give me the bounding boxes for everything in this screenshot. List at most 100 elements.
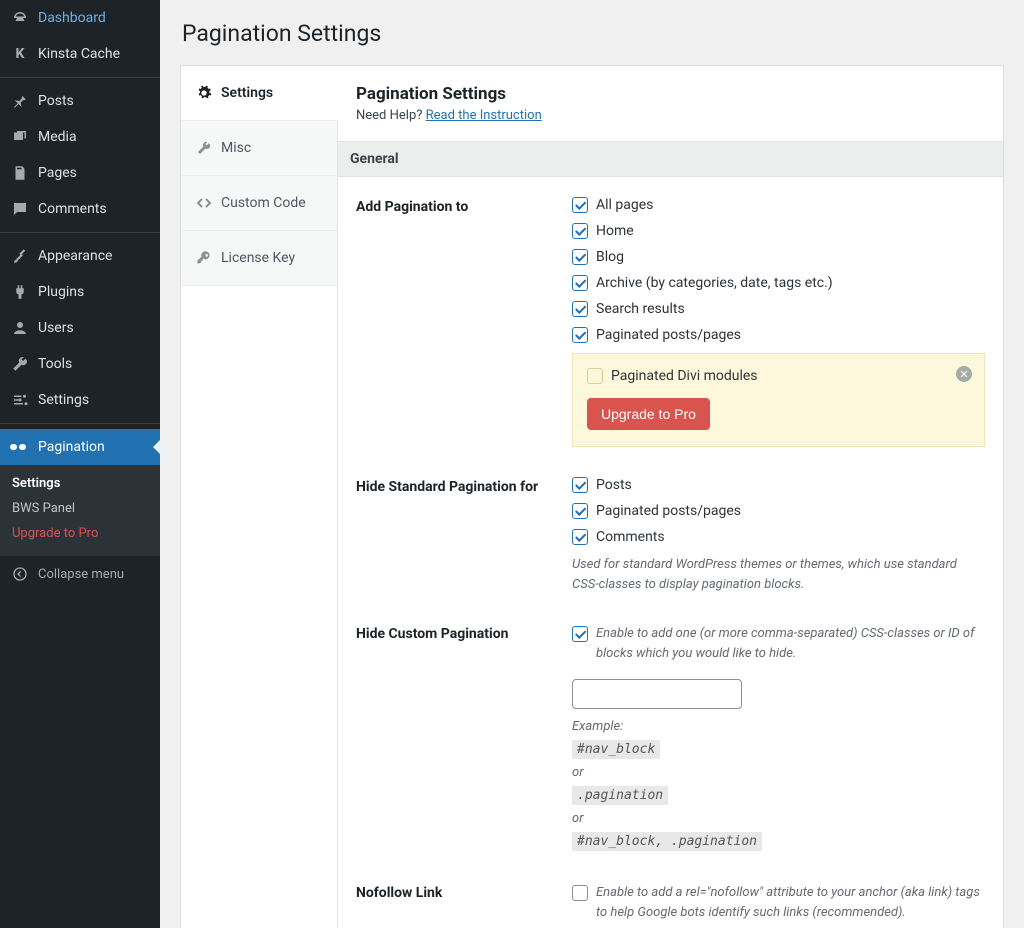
opt-archive[interactable]: Archive (by categories, date, tags etc.) [572,275,985,291]
help-link[interactable]: Read the Instruction [426,108,542,123]
sidebar-label: Dashboard [38,10,106,26]
tab-label: Settings [221,85,273,101]
main-content: Pagination Settings Settings Misc Custo [160,0,1024,928]
hide-standard-desc: Used for standard WordPress themes or th… [572,555,985,594]
control-nofollow: Enable to add a rel="nofollow" attribute… [572,883,985,922]
settings-panel: Settings Misc Custom Code License Key [180,65,1004,928]
sidebar-label: Posts [38,93,74,109]
sidebar-item-posts[interactable]: Posts [0,83,160,119]
opt-hide-comments[interactable]: Comments [572,529,985,545]
tab-license-key[interactable]: License Key [181,231,337,286]
or-separator: or [572,765,985,780]
users-icon [10,318,30,338]
row-nofollow: Nofollow Link Enable to add a rel="nofol… [356,883,985,922]
sidebar-separator [0,232,160,233]
opt-label: Home [596,223,634,239]
opt-label: Paginated posts/pages [596,503,741,519]
opt-home[interactable]: Home [572,223,985,239]
sidebar-item-media[interactable]: Media [0,119,160,155]
help-prefix: Need Help? [356,108,426,123]
opt-blog[interactable]: Blog [572,249,985,265]
sidebar-label: Pagination [38,439,105,455]
opt-search[interactable]: Search results [572,301,985,317]
panel-body: Pagination Settings Need Help? Read the … [338,66,1003,928]
page-title: Pagination Settings [182,20,1004,47]
section-general: General [338,141,1003,177]
collapse-menu[interactable]: Collapse menu [0,556,160,592]
sidebar-item-users[interactable]: Users [0,310,160,346]
sidebar-item-pages[interactable]: Pages [0,155,160,191]
sidebar-item-plugins[interactable]: Plugins [0,274,160,310]
tab-misc[interactable]: Misc [181,121,337,176]
tab-settings[interactable]: Settings [181,66,338,121]
close-icon[interactable]: ✕ [956,366,972,382]
comments-icon [10,199,30,219]
submenu-settings[interactable]: Settings [0,471,160,496]
checkbox-disabled [587,368,603,384]
wrench-icon [10,354,30,374]
or-separator: or [572,811,985,826]
opt-hide-paginated[interactable]: Paginated posts/pages [572,503,985,519]
opt-hide-posts[interactable]: Posts [572,477,985,493]
upgrade-button[interactable]: Upgrade to Pro [587,398,710,430]
sidebar-item-settings[interactable]: Settings [0,382,160,418]
checkbox[interactable] [572,223,588,239]
opt-all-pages[interactable]: All pages [572,197,985,213]
opt-label: Paginated posts/pages [596,327,741,343]
example-code-3: #nav_block, .pagination [572,832,762,851]
plugin-icon [10,282,30,302]
example-label: Example: [572,719,985,734]
css-classes-input[interactable] [572,679,742,709]
pagination-icon [10,437,30,457]
example-code-2: .pagination [572,786,668,805]
opt-label: Paginated Divi modules [611,368,758,384]
submenu-upgrade[interactable]: Upgrade to Pro [0,521,160,546]
checkbox[interactable] [572,626,588,642]
checkbox[interactable] [572,249,588,265]
checkbox[interactable] [572,503,588,519]
checkbox[interactable] [572,327,588,343]
checkbox[interactable] [572,477,588,493]
nofollow-desc: Enable to add a rel="nofollow" attribute… [596,883,985,922]
opt-label: Posts [596,477,632,493]
checkbox[interactable] [572,301,588,317]
example-code-1: #nav_block [572,740,660,759]
checkbox[interactable] [572,197,588,213]
sidebar-label: Settings [38,392,89,408]
collapse-icon [10,564,30,584]
sidebar-label: Media [38,129,77,145]
sidebar-item-kinsta[interactable]: K Kinsta Cache [0,36,160,72]
opt-divi-modules: Paginated Divi modules [587,368,970,384]
opt-nofollow[interactable]: Enable to add a rel="nofollow" attribute… [572,883,985,922]
opt-label: Comments [596,529,665,545]
tab-custom-code[interactable]: Custom Code [181,176,337,231]
opt-paginated[interactable]: Paginated posts/pages [572,327,985,343]
brush-icon [10,246,30,266]
opt-label: All pages [596,197,653,213]
tab-label: Custom Code [221,195,306,211]
hide-custom-desc: Enable to add one (or more comma-separat… [596,624,985,663]
label-add-pagination: Add Pagination to [356,197,572,447]
sidebar-label: Tools [38,356,72,372]
control-hide-custom: Enable to add one (or more comma-separat… [572,624,985,853]
sidebar-item-dashboard[interactable]: Dashboard [0,0,160,36]
checkbox[interactable] [572,885,588,901]
checkbox[interactable] [572,275,588,291]
opt-label: Blog [596,249,624,265]
admin-sidebar: Dashboard K Kinsta Cache Posts Media Pag… [0,0,160,928]
label-nofollow: Nofollow Link [356,883,572,922]
pro-upsell-box: ✕ Paginated Divi modules Upgrade to Pro [572,353,985,447]
collapse-label: Collapse menu [38,567,124,582]
sidebar-item-tools[interactable]: Tools [0,346,160,382]
wrench-icon [195,139,213,157]
help-line: Need Help? Read the Instruction [356,108,985,123]
sidebar-item-pagination[interactable]: Pagination [0,429,160,465]
sidebar-item-comments[interactable]: Comments [0,191,160,227]
kinsta-icon: K [10,44,30,64]
checkbox[interactable] [572,529,588,545]
panel-heading: Pagination Settings [356,84,985,104]
sidebar-submenu: Settings BWS Panel Upgrade to Pro [0,465,160,556]
submenu-bws-panel[interactable]: BWS Panel [0,496,160,521]
opt-enable-hide-custom[interactable]: Enable to add one (or more comma-separat… [572,624,985,663]
sidebar-item-appearance[interactable]: Appearance [0,238,160,274]
